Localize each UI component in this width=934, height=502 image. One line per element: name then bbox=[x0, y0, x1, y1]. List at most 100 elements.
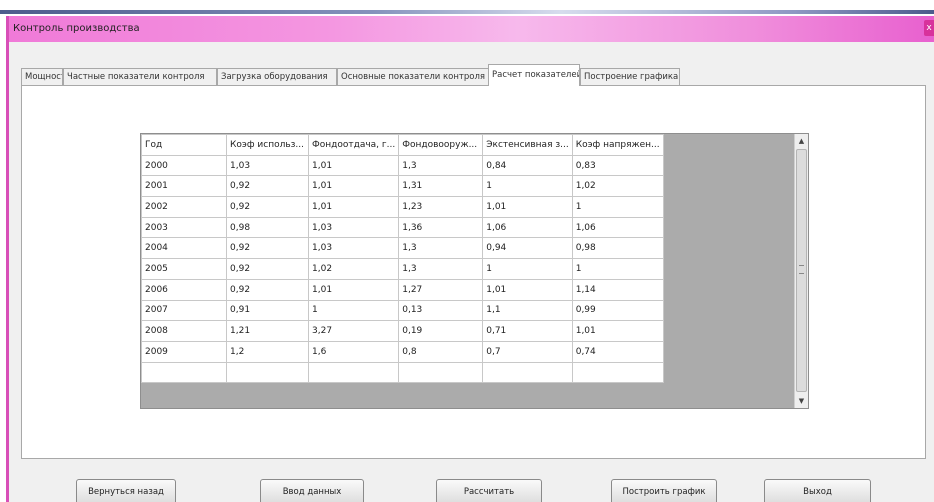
column-header-extensive-load[interactable]: Экстенсивная з... bbox=[482, 134, 573, 156]
table-cell[interactable]: 1,01 bbox=[482, 196, 573, 218]
close-button[interactable]: x bbox=[924, 20, 934, 36]
column-header-utilization[interactable]: Коэф использ... bbox=[226, 134, 309, 156]
table-cell[interactable]: 0,92 bbox=[226, 237, 309, 260]
tab-build-chart[interactable]: Построение графика bbox=[580, 68, 680, 85]
table-cell[interactable]: 1 bbox=[571, 258, 664, 280]
table-cell[interactable]: 0,98 bbox=[226, 216, 309, 239]
table-row-new[interactable] bbox=[141, 361, 664, 384]
column-header-capital-productivity[interactable]: Фондоотдача, г... bbox=[307, 134, 400, 156]
table-cell[interactable]: 1,3 bbox=[398, 258, 484, 280]
table-row[interactable]: 2009 1,2 1,6 0,8 0,7 0,74 bbox=[141, 340, 664, 363]
table-cell[interactable]: 1,36 bbox=[398, 216, 484, 239]
table-cell[interactable]: 1,21 bbox=[226, 320, 309, 342]
table-cell[interactable]: 0,84 bbox=[482, 154, 573, 177]
table-cell[interactable] bbox=[307, 361, 400, 384]
table-cell[interactable] bbox=[226, 361, 309, 384]
table-cell[interactable]: 1,03 bbox=[226, 154, 309, 177]
table-cell[interactable]: 2007 bbox=[141, 299, 227, 322]
table-row[interactable]: 2004 0,92 1,03 1,3 0,94 0,98 bbox=[141, 237, 664, 260]
table-cell[interactable]: 0,71 bbox=[482, 320, 573, 342]
exit-button[interactable]: Выход bbox=[764, 479, 871, 502]
table-cell[interactable]: 1,3 bbox=[398, 237, 484, 260]
table-cell[interactable]: 1,3 bbox=[398, 154, 484, 177]
table-cell[interactable]: 1 bbox=[482, 258, 573, 280]
table-row[interactable]: 2000 1,03 1,01 1,3 0,84 0,83 bbox=[141, 154, 664, 177]
table-row[interactable]: 2006 0,92 1,01 1,27 1,01 1,14 bbox=[141, 278, 664, 301]
table-cell[interactable]: 1,06 bbox=[571, 216, 664, 239]
table-row[interactable]: 2003 0,98 1,03 1,36 1,06 1,06 bbox=[141, 216, 664, 239]
table-cell[interactable]: 1,06 bbox=[482, 216, 573, 239]
table-cell[interactable]: 0,8 bbox=[398, 340, 484, 363]
table-cell[interactable]: 0,94 bbox=[482, 237, 573, 260]
table-cell[interactable]: 1,01 bbox=[571, 320, 664, 342]
table-cell[interactable]: 0,98 bbox=[571, 237, 664, 260]
build-chart-button[interactable]: Построить график bbox=[611, 479, 717, 502]
table-row[interactable]: 2007 0,91 1 0,13 1,1 0,99 bbox=[141, 299, 664, 322]
table-cell[interactable]: 1 bbox=[482, 175, 573, 198]
scroll-up-arrow-icon[interactable]: ▲ bbox=[795, 134, 808, 148]
table-cell[interactable]: 1,23 bbox=[398, 196, 484, 218]
table-cell[interactable]: 1,03 bbox=[307, 237, 400, 260]
table-cell[interactable]: 1,03 bbox=[307, 216, 400, 239]
table-cell[interactable]: 0,83 bbox=[571, 154, 664, 177]
table-row[interactable]: 2005 0,92 1,02 1,3 1 1 bbox=[141, 258, 664, 280]
column-header-year[interactable]: Год bbox=[141, 134, 227, 156]
table-cell[interactable]: 1,01 bbox=[482, 278, 573, 301]
table-cell[interactable]: 1,2 bbox=[226, 340, 309, 363]
table-cell[interactable]: 0,19 bbox=[398, 320, 484, 342]
tab-capacity[interactable]: Мощность bbox=[21, 68, 63, 85]
table-cell[interactable]: 1,01 bbox=[307, 196, 400, 218]
table-cell[interactable]: 2008 bbox=[141, 320, 227, 342]
table-cell[interactable]: 1 bbox=[307, 299, 400, 322]
table-cell[interactable]: 0,92 bbox=[226, 196, 309, 218]
scroll-down-arrow-icon[interactable]: ▼ bbox=[795, 394, 808, 408]
tab-main-indicators[interactable]: Основные показатели контроля bbox=[337, 68, 489, 85]
table-cell[interactable]: 2006 bbox=[141, 278, 227, 301]
table-cell[interactable]: 0,99 bbox=[571, 299, 664, 322]
grid-vertical-scrollbar[interactable]: ▲ ▼ bbox=[794, 134, 808, 408]
title-bar[interactable]: Контроль производства x bbox=[9, 16, 934, 42]
table-cell[interactable]: 1,1 bbox=[482, 299, 573, 322]
input-data-button[interactable]: Ввод данных bbox=[260, 479, 364, 502]
table-cell[interactable]: 1,01 bbox=[307, 175, 400, 198]
table-cell[interactable]: 1,6 bbox=[307, 340, 400, 363]
table-cell[interactable]: 1,31 bbox=[398, 175, 484, 198]
column-header-intensity[interactable]: Коэф напряжен... bbox=[571, 134, 664, 156]
tab-calculate-indicators[interactable]: Расчет показателей bbox=[488, 64, 580, 86]
table-cell[interactable]: 1,27 bbox=[398, 278, 484, 301]
table-cell[interactable]: 1,02 bbox=[307, 258, 400, 280]
table-cell[interactable]: 0,92 bbox=[226, 175, 309, 198]
table-cell[interactable]: 2004 bbox=[141, 237, 227, 260]
table-cell[interactable]: 1 bbox=[571, 196, 664, 218]
table-cell[interactable]: 2009 bbox=[141, 340, 227, 363]
table-row[interactable]: 2002 0,92 1,01 1,23 1,01 1 bbox=[141, 196, 664, 218]
table-cell[interactable] bbox=[398, 361, 484, 384]
table-cell[interactable] bbox=[482, 361, 573, 384]
table-cell[interactable]: 0,92 bbox=[226, 278, 309, 301]
calculate-button[interactable]: Рассчитать bbox=[436, 479, 542, 502]
table-cell[interactable] bbox=[141, 361, 227, 384]
table-cell[interactable]: 1,01 bbox=[307, 154, 400, 177]
indicators-grid[interactable]: Год Коэф использ... Фондоотдача, г... Фо… bbox=[140, 133, 809, 409]
table-cell[interactable]: 1,02 bbox=[571, 175, 664, 198]
table-cell[interactable]: 0,13 bbox=[398, 299, 484, 322]
table-cell[interactable]: 1,14 bbox=[571, 278, 664, 301]
table-cell[interactable]: 0,7 bbox=[482, 340, 573, 363]
table-cell[interactable]: 2001 bbox=[141, 175, 227, 198]
table-cell[interactable]: 3,27 bbox=[307, 320, 400, 342]
table-cell[interactable]: 0,91 bbox=[226, 299, 309, 322]
scroll-thumb[interactable] bbox=[796, 149, 807, 392]
table-cell[interactable]: 0,74 bbox=[571, 340, 664, 363]
table-cell[interactable]: 0,92 bbox=[226, 258, 309, 280]
table-row[interactable]: 2008 1,21 3,27 0,19 0,71 1,01 bbox=[141, 320, 664, 342]
table-cell[interactable]: 2000 bbox=[141, 154, 227, 177]
table-cell[interactable]: 2002 bbox=[141, 196, 227, 218]
table-cell[interactable]: 2005 bbox=[141, 258, 227, 280]
table-cell[interactable]: 1,01 bbox=[307, 278, 400, 301]
back-button[interactable]: Вернуться назад bbox=[76, 479, 176, 502]
tab-particular-indicators[interactable]: Частные показатели контроля bbox=[63, 68, 217, 85]
table-cell[interactable]: 2003 bbox=[141, 216, 227, 239]
table-row[interactable]: 2001 0,92 1,01 1,31 1 1,02 bbox=[141, 175, 664, 198]
tab-equipment-load[interactable]: Загрузка оборудования bbox=[217, 68, 337, 85]
table-cell[interactable] bbox=[571, 361, 664, 384]
